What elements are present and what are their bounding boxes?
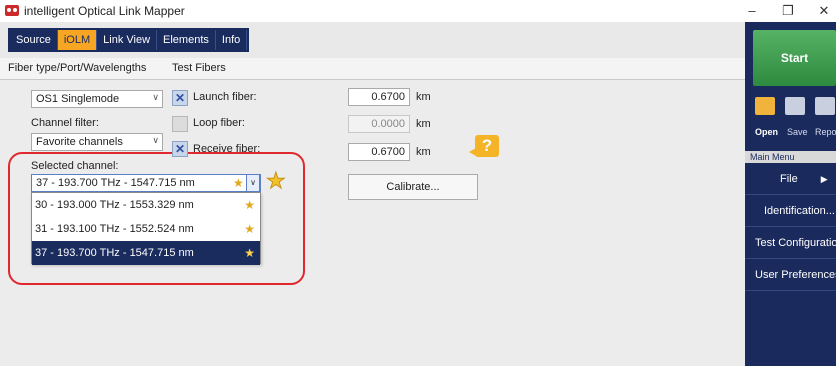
restore-button[interactable]: ❐ bbox=[776, 2, 800, 20]
title-bar: intelligent Optical Link Mapper – ❐ ✕ bbox=[0, 0, 836, 22]
launch-fiber-checkbox[interactable]: ✕ bbox=[172, 90, 188, 106]
app-logo-icon bbox=[5, 5, 19, 16]
tab-info[interactable]: Info bbox=[216, 30, 248, 50]
close-button[interactable]: ✕ bbox=[812, 2, 836, 20]
menu-item-label: File bbox=[780, 173, 798, 185]
menu-item-identification[interactable]: Identification... bbox=[745, 195, 836, 227]
main-menu-panel: Start Open Save Repo Main Menu File ▶ Id… bbox=[745, 22, 836, 366]
window-title: intelligent Optical Link Mapper bbox=[24, 4, 185, 18]
menu-item-test-configuration[interactable]: Test Configuration... bbox=[745, 227, 836, 259]
launch-fiber-unit: km bbox=[416, 91, 431, 103]
menu-item-user-preferences[interactable]: User Preferences... bbox=[745, 259, 836, 291]
report-label: Repo bbox=[815, 127, 836, 137]
tab-strip: Source iOLM Link View Elements Info bbox=[0, 22, 745, 58]
tab-elements[interactable]: Elements bbox=[157, 30, 216, 50]
chevron-down-icon: ∨ bbox=[152, 92, 159, 102]
launch-fiber-label: Launch fiber: bbox=[193, 91, 257, 103]
section-fiber-type: Fiber type/Port/Wavelengths bbox=[8, 62, 147, 74]
section-test-fibers: Test Fibers bbox=[172, 62, 226, 74]
chevron-right-icon: ▶ bbox=[820, 174, 828, 184]
calibrate-button[interactable]: Calibrate... bbox=[348, 174, 478, 200]
loop-fiber-label: Loop fiber: bbox=[193, 117, 245, 129]
tab-bar: Source iOLM Link View Elements Info bbox=[8, 28, 250, 52]
main-menu-header: Main Menu bbox=[745, 151, 836, 163]
receive-fiber-checkbox[interactable]: ✕ bbox=[172, 141, 188, 157]
fiber-type-value: OS1 Singlemode bbox=[36, 93, 120, 105]
highlight-annotation bbox=[8, 152, 305, 285]
save-icon[interactable] bbox=[785, 97, 805, 115]
section-headers: Fiber type/Port/Wavelengths Test Fibers bbox=[0, 58, 745, 80]
receive-fiber-label: Receive fiber: bbox=[193, 143, 261, 155]
launch-fiber-length-input[interactable]: 0.6700 bbox=[348, 88, 410, 106]
chevron-down-icon: ∨ bbox=[152, 135, 159, 145]
fiber-type-select[interactable]: OS1 Singlemode ∨ bbox=[31, 90, 163, 108]
loop-fiber-unit: km bbox=[416, 118, 431, 130]
channel-filter-select[interactable]: Favorite channels ∨ bbox=[31, 133, 163, 151]
tab-source[interactable]: Source bbox=[10, 30, 58, 50]
open-label: Open bbox=[755, 127, 779, 137]
menu-item-file[interactable]: File ▶ bbox=[745, 163, 836, 195]
minimize-button[interactable]: – bbox=[740, 2, 764, 20]
tab-iolm[interactable]: iOLM bbox=[57, 30, 98, 50]
channel-filter-label: Channel filter: bbox=[31, 117, 99, 129]
loop-fiber-length-input: 0.0000 bbox=[348, 115, 410, 133]
channel-filter-value: Favorite channels bbox=[36, 136, 123, 148]
report-icon[interactable] bbox=[815, 97, 835, 115]
save-label: Save bbox=[787, 127, 808, 137]
receive-fiber-length-input[interactable]: 0.6700 bbox=[348, 143, 410, 161]
loop-fiber-checkbox[interactable] bbox=[172, 116, 188, 132]
start-button[interactable]: Start bbox=[753, 30, 836, 86]
tab-link-view[interactable]: Link View bbox=[97, 30, 158, 50]
receive-fiber-unit: km bbox=[416, 146, 431, 158]
help-icon[interactable]: ? bbox=[469, 135, 499, 157]
open-icon[interactable] bbox=[755, 97, 775, 115]
